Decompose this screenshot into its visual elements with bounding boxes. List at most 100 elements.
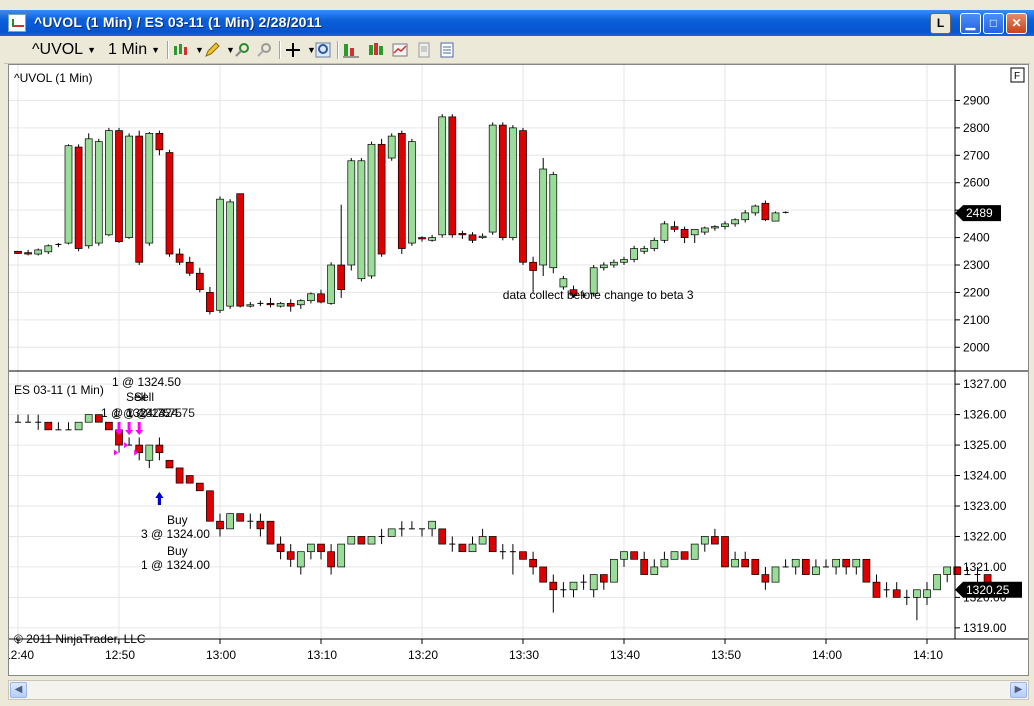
es-candle	[387, 528, 396, 537]
uvol-candle	[135, 135, 144, 263]
app-chart-icon[interactable]	[8, 14, 26, 32]
uvol-tick-label: 2000	[963, 340, 990, 354]
es-candle	[892, 589, 901, 598]
es-candle	[347, 536, 356, 545]
minimize-button[interactable]: ▁	[960, 13, 981, 34]
uvol-candle	[751, 205, 760, 214]
uvol-candle	[610, 261, 618, 266]
title-bar[interactable]: ^UVOL (1 Min) / ES 03-11 (1 Min) 2/28/20…	[0, 10, 1034, 36]
es-candle	[721, 536, 729, 568]
uvol-candle	[711, 226, 719, 229]
crosshair-icon[interactable]	[284, 41, 302, 59]
uvol-tick-label: 2600	[963, 176, 990, 190]
es-candle	[185, 475, 194, 484]
uvol-tick-label: 2300	[963, 258, 990, 272]
zoom-out-icon[interactable]	[255, 41, 273, 59]
es-candle	[195, 482, 204, 492]
es-candle	[206, 490, 214, 522]
execution-label: Buy	[167, 544, 188, 558]
uvol-annotation-text[interactable]: data collect before change to beta 3	[503, 288, 694, 302]
uvol-candle	[94, 141, 103, 244]
es-candle	[74, 421, 83, 431]
sell-arrow[interactable]	[135, 422, 144, 435]
es-candle	[933, 574, 941, 591]
chart-area[interactable]: 2900280027002600250024002300220021002000…	[8, 64, 1029, 676]
es-panel-title: ES 03-11 (1 Min)	[14, 383, 104, 397]
window-title: ^UVOL (1 Min) / ES 03-11 (1 Min) 2/28/20…	[34, 14, 322, 30]
uvol-candle	[367, 143, 376, 277]
es-candle	[589, 574, 598, 591]
strategies-icon[interactable]	[367, 41, 385, 59]
es-candle	[761, 574, 770, 583]
es-candle	[943, 566, 952, 575]
maximize-button[interactable]: □	[983, 13, 1004, 34]
uvol-candle	[458, 233, 467, 236]
uvol-candle	[337, 264, 346, 291]
uvol-candle	[620, 259, 628, 263]
es-candle	[680, 551, 689, 560]
es-candle	[923, 589, 931, 598]
es-candle	[236, 513, 245, 522]
zoom-in-icon[interactable]	[233, 41, 251, 59]
uvol-candle	[428, 237, 436, 241]
time-axis[interactable]: 12:40 12:50 13:00 13:10 13:20 13:30 13:40 13:50…	[9, 639, 943, 662]
interval-selector[interactable]: 1 Min ▼	[108, 41, 160, 59]
uvol-candle	[125, 135, 133, 238]
es-tick-label: 1323.00	[963, 499, 1007, 513]
es-candle	[529, 558, 537, 568]
copy-icon[interactable]	[415, 41, 433, 59]
buy-arrow[interactable]	[155, 492, 164, 505]
es-tick-label: 1319.00	[963, 621, 1007, 635]
es-candle	[832, 558, 840, 568]
horizontal-scrollbar[interactable]: ◀ ▶	[8, 680, 1029, 700]
uvol-candle	[599, 264, 608, 269]
link-button[interactable]: L	[930, 13, 951, 34]
close-button[interactable]: ✕	[1006, 13, 1027, 34]
execution-label: 1 @ 1324.00	[141, 558, 210, 572]
bar-style-icon[interactable]	[172, 41, 190, 59]
uvol-candle	[640, 248, 649, 252]
uvol-last-price-label: 2489	[966, 206, 993, 220]
toolbar-separator	[279, 41, 281, 59]
uvol-candle	[347, 160, 356, 266]
uvol-candle	[700, 227, 709, 233]
es-candle	[317, 543, 325, 553]
uvol-candle	[307, 293, 315, 302]
scroll-right-button[interactable]: ▶	[1010, 682, 1027, 698]
chart-toolbar: ^UVOL ▼ 1 Min ▼ ▼ ▼ ▼	[4, 37, 1030, 64]
es-candle	[428, 520, 436, 530]
chart-canvas[interactable]: 2900280027002600250024002300220021002000…	[9, 65, 1028, 675]
uvol-price-axis[interactable]: 2900280027002600250024002300220021002000…	[955, 93, 1001, 354]
es-candle	[327, 551, 335, 568]
es-candle	[620, 551, 628, 560]
uvol-candle	[680, 228, 689, 238]
es-price-axis[interactable]: 1327.00 1326.00 1325.00 1324.00 1323.00 1322.…	[955, 377, 1022, 635]
uvol-candle	[44, 245, 53, 253]
es-candle	[862, 558, 871, 583]
time-tick-label: 13:10	[307, 648, 337, 662]
indicators-icon[interactable]	[342, 41, 360, 59]
uvol-candle	[650, 239, 659, 249]
uvol-candle	[690, 228, 699, 236]
uvol-candle	[397, 132, 406, 249]
es-candle	[741, 558, 750, 568]
uvol-candle	[64, 145, 73, 244]
es-candle	[226, 513, 234, 530]
uvol-candle	[448, 116, 457, 236]
chart-properties-icon[interactable]	[391, 41, 409, 59]
es-candle	[488, 536, 497, 553]
sell-arrow[interactable]	[125, 422, 134, 435]
scroll-left-button[interactable]: ◀	[10, 682, 27, 698]
es-candle	[700, 536, 709, 545]
es-tick-label: 1324.00	[963, 469, 1007, 483]
uvol-candle	[246, 304, 255, 307]
es-candle	[256, 520, 265, 530]
uvol-candle	[498, 124, 507, 238]
instrument-selector[interactable]: ^UVOL ▼	[32, 41, 96, 59]
uvol-candle	[519, 130, 527, 263]
uvol-tick-label: 2200	[963, 285, 990, 299]
magnifier-icon[interactable]	[314, 41, 332, 59]
drawing-pencil-icon[interactable]	[203, 41, 221, 59]
es-candle	[44, 421, 53, 431]
data-box-icon[interactable]	[438, 41, 456, 59]
